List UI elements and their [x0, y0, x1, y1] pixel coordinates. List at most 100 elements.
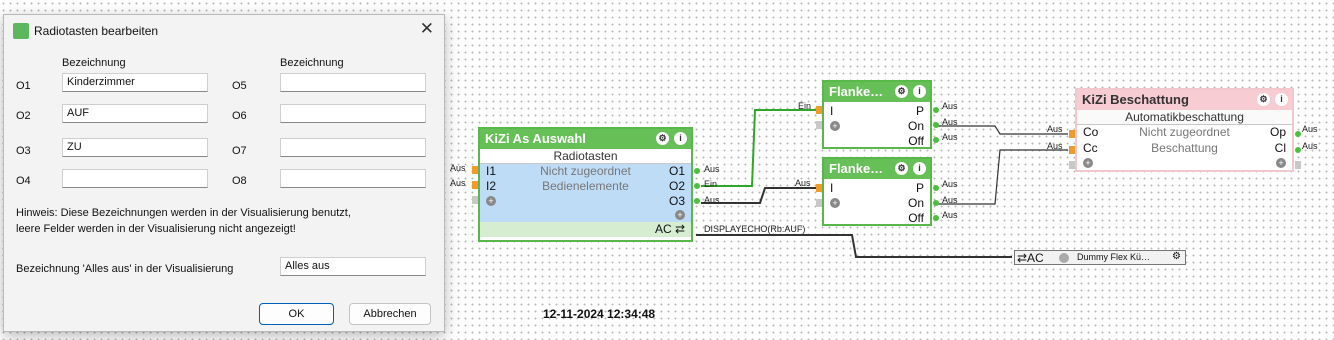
block-row-3: Off	[824, 211, 930, 226]
cancel-button[interactable]: Abbrechen	[349, 303, 431, 325]
ext-label-cc: Aus	[1047, 141, 1063, 151]
output-pin-p[interactable]	[933, 107, 939, 113]
add-input-icon[interactable]: +	[830, 121, 840, 131]
dialog-radiotasten[interactable]: Radiotasten bearbeiten ✕ Bezeichnung Bez…	[3, 14, 445, 332]
block-center-1: Nicht zugeordnet	[1139, 125, 1230, 139]
block-row-1: I P	[824, 181, 930, 196]
block-row-2: + On	[824, 119, 930, 134]
output-pin-off[interactable]	[933, 137, 939, 143]
block-kizi-beschattung[interactable]: KiZi Beschattung ⚙ i Automatikbeschattun…	[1075, 88, 1294, 172]
wire-ac-to-dummy	[696, 234, 1012, 258]
row-label-o8: O8	[232, 175, 247, 187]
block-kizi-as-auswahl[interactable]: KiZi As Auswahl ⚙ i Radiotasten I1 Nicht…	[478, 127, 693, 242]
wire-o2-to-flanke1	[701, 109, 820, 187]
add-input-icon[interactable]: +	[1083, 158, 1093, 168]
output-pin-add[interactable]	[1295, 161, 1301, 169]
input-pin-add[interactable]	[816, 199, 822, 207]
output-pin-off[interactable]	[933, 215, 939, 221]
output-pin-cl[interactable]	[1295, 147, 1301, 153]
gear-icon[interactable]: ⚙	[656, 132, 669, 145]
block-row-4: +	[480, 209, 691, 222]
block-header[interactable]: Flanke… ⚙ i	[824, 82, 930, 102]
field-o1[interactable]: Kinderzimmer	[62, 73, 208, 92]
input-pin-add[interactable]	[472, 196, 478, 204]
info-icon[interactable]: i	[913, 85, 926, 98]
block-row-3: + O3	[480, 194, 691, 209]
output-label-op: Op	[1269, 125, 1286, 139]
block-row-2: Cc Beschattung Cl	[1077, 141, 1292, 156]
close-icon[interactable]: ✕	[420, 19, 434, 39]
output-label-p: P	[915, 181, 924, 195]
all-off-label: Bezeichnung 'Alles aus' in der Visualisi…	[16, 263, 234, 275]
input-pin-i[interactable]	[816, 184, 822, 192]
input-pin-i[interactable]	[816, 106, 822, 114]
field-o6[interactable]	[280, 104, 426, 123]
add-output-icon[interactable]: +	[675, 210, 685, 220]
input-pin-cc[interactable]	[1069, 146, 1075, 154]
field-all-off[interactable]: Alles aus	[280, 257, 426, 276]
output-label-o2: O2	[668, 179, 685, 193]
output-label-o3: O3	[668, 194, 685, 208]
block-header[interactable]: KiZi As Auswahl ⚙ i	[480, 129, 691, 149]
field-o3[interactable]: ZU	[62, 138, 208, 157]
output-pin-o2[interactable]	[694, 183, 700, 189]
input-pin-add[interactable]	[816, 121, 822, 129]
row-label-o2: O2	[16, 110, 31, 122]
field-o4[interactable]	[62, 169, 208, 188]
block-title: Flanke…	[829, 161, 884, 176]
block-center-2: Beschattung	[1151, 141, 1218, 155]
ok-button[interactable]: OK	[259, 303, 334, 325]
block-header[interactable]: Flanke… ⚙ i	[824, 159, 930, 179]
info-icon[interactable]: i	[913, 162, 926, 175]
add-input-icon[interactable]: +	[486, 196, 496, 206]
block-dummy-flex[interactable]: ⇄AC Dummy Flex Kü… ⚙	[1014, 250, 1186, 265]
output-label-on: On	[907, 196, 924, 210]
gear-icon[interactable]: ⚙	[895, 162, 908, 175]
ext-label-flanke2-p: Aus	[942, 179, 958, 189]
ext-label-flanke1-in: Ein	[798, 101, 812, 111]
ext-label-o3: Aus	[704, 195, 720, 205]
ext-label-i1: Aus	[450, 163, 466, 173]
output-pin-p[interactable]	[933, 185, 939, 191]
input-pin-co[interactable]	[1069, 130, 1075, 138]
field-o5[interactable]	[280, 73, 426, 92]
output-pin-on[interactable]	[933, 200, 939, 206]
info-icon[interactable]: i	[1275, 93, 1288, 106]
output-pin-o1[interactable]	[694, 168, 700, 174]
output-pin-on[interactable]	[933, 122, 939, 128]
info-icon[interactable]: i	[674, 132, 687, 145]
field-o7[interactable]	[280, 138, 426, 157]
block-footer: AC ⇄	[480, 222, 691, 237]
field-o2[interactable]: AUF	[62, 104, 208, 123]
block-center-2: Bedienelemente	[542, 179, 629, 193]
output-pin-o3[interactable]	[694, 198, 700, 204]
output-pin-op[interactable]	[1295, 131, 1301, 137]
block-flanke-2[interactable]: Flanke… ⚙ i I P + On Off	[822, 157, 932, 226]
block-flanke-1[interactable]: Flanke… ⚙ i I P + On Off	[822, 80, 932, 149]
ext-label-flanke1-off: Aus	[942, 132, 958, 142]
block-center-1: Nicht zugeordnet	[540, 164, 631, 178]
ext-label-o1: Aus	[704, 164, 720, 174]
echo-label: DISPLAYECHO(Rb:AUF)	[704, 224, 806, 234]
gear-icon[interactable]: ⚙	[1172, 251, 1181, 262]
add-input-icon[interactable]: +	[830, 198, 840, 208]
gear-icon[interactable]: ⚙	[1257, 93, 1270, 106]
gear-icon[interactable]: ⚙	[895, 85, 908, 98]
ext-label-flanke2-off: Aus	[942, 210, 958, 220]
ac-label: ⇄AC	[1017, 251, 1044, 265]
link-icon	[1059, 253, 1069, 263]
input-pin-add[interactable]	[1069, 161, 1075, 169]
block-subtitle: Radiotasten	[480, 149, 691, 164]
field-o8[interactable]	[280, 169, 426, 188]
output-label-p: P	[915, 104, 924, 118]
block-title: KiZi Beschattung	[1082, 92, 1189, 107]
input-pin-i2[interactable]	[472, 181, 478, 189]
add-output-icon[interactable]: +	[1276, 158, 1286, 168]
output-label-cl: Cl	[1274, 141, 1286, 155]
row-label-o5: O5	[232, 80, 247, 92]
block-row-1: I1 Nicht zugeordnet O1	[480, 164, 691, 179]
row-label-o4: O4	[16, 175, 31, 187]
input-pin-i1[interactable]	[472, 166, 478, 174]
block-title: Dummy Flex Kü…	[1077, 252, 1151, 262]
block-header[interactable]: KiZi Beschattung ⚙ i	[1077, 90, 1292, 110]
